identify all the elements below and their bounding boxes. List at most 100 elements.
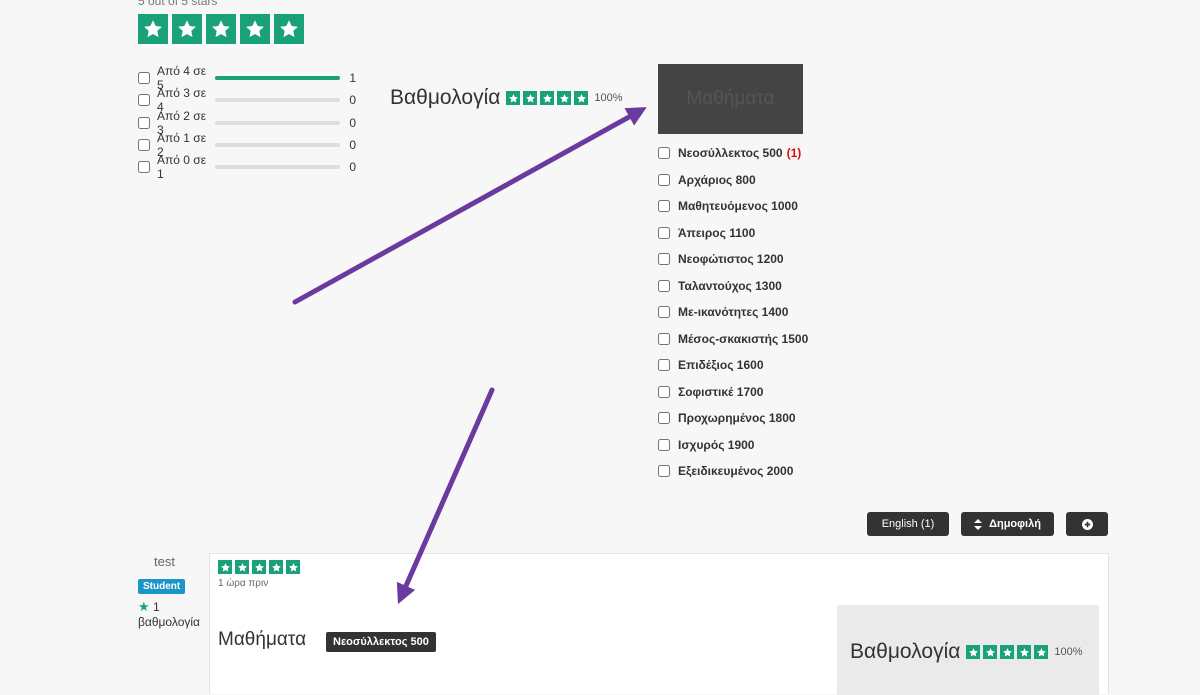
rating-caption: 5 out of 5 stars	[138, 0, 218, 8]
star-icon	[540, 91, 555, 105]
rating-bar-fill	[215, 76, 340, 81]
course-filter-item[interactable]: Αρχάριος 800	[658, 167, 808, 194]
course-checkbox[interactable]	[658, 226, 670, 239]
star-icon	[172, 14, 202, 44]
rating-filter-checkbox[interactable]	[138, 116, 150, 129]
course-filter-list: Νεοσύλλεκτος 500 (1) Αρχάριος 800 Μαθητευ…	[658, 140, 808, 485]
plus-circle-icon	[1081, 518, 1093, 530]
course-checkbox[interactable]	[658, 412, 670, 425]
star-icon	[1034, 645, 1049, 659]
star-icon	[206, 14, 236, 44]
course-checkbox[interactable]	[658, 385, 670, 398]
star-icon	[1000, 645, 1015, 659]
course-label: Νεοφώτιστος 1200	[678, 252, 784, 267]
rating-filter-label: Από 0 σε 1	[157, 153, 207, 182]
star-icon	[286, 560, 300, 574]
reviewer-name: test	[154, 554, 175, 569]
star-icon	[269, 560, 283, 574]
star-icon	[138, 14, 168, 44]
rating-bar	[215, 76, 340, 81]
star-icon	[240, 14, 270, 44]
course-filter-item[interactable]: Μέσος-σκακιστής 1500	[658, 326, 808, 353]
rating-filter-count: 0	[349, 115, 356, 130]
star-icon: ★	[138, 599, 150, 614]
rating-filter-checkbox[interactable]	[138, 139, 150, 152]
review-star-rating	[218, 560, 303, 574]
course-checkbox[interactable]	[658, 306, 670, 319]
course-label: Επιδέξιος 1600	[678, 358, 764, 373]
sort-button[interactable]: Δημοφιλή	[961, 512, 1054, 536]
course-label: Σοφιστικέ 1700	[678, 384, 764, 399]
course-label: Μέσος-σκακιστής 1500	[678, 331, 809, 346]
course-filter-item[interactable]: Μαθητευόμενος 1000	[658, 193, 808, 220]
courses-header: Μαθήματα	[658, 64, 803, 134]
course-label: Αρχάριος 800	[678, 172, 756, 187]
rating-filter-checkbox[interactable]	[138, 161, 150, 174]
reviewer-review-count: ★ 1 βαθμολογία	[138, 599, 200, 629]
add-review-button[interactable]	[1066, 512, 1108, 536]
star-icon	[983, 645, 998, 659]
course-filter-item[interactable]: Νεοφώτιστος 1200	[658, 246, 808, 273]
rating-bar	[215, 98, 340, 103]
mini-star-rating	[966, 645, 1051, 659]
course-label: Εξειδικευμένος 2000	[678, 464, 794, 479]
course-checkbox[interactable]	[658, 332, 670, 345]
course-checkbox[interactable]	[658, 200, 670, 213]
rating-filter-count: 0	[349, 160, 356, 175]
review-timestamp: 1 ώρα πριν	[218, 578, 269, 589]
star-icon	[252, 560, 266, 574]
rating-title: Βαθμολογία	[390, 86, 501, 109]
course-filter-item[interactable]: Ισχυρός 1900	[658, 432, 808, 459]
sort-icon	[974, 518, 983, 530]
rating-filter-checkbox[interactable]	[138, 72, 150, 85]
star-icon	[506, 91, 521, 105]
course-filter-item[interactable]: Εξειδικευμένος 2000	[658, 458, 808, 485]
course-filter-item[interactable]: Σοφιστικέ 1700	[658, 379, 808, 406]
review-count: 1	[153, 600, 160, 614]
rating-title: Βαθμολογία	[850, 640, 961, 663]
course-label: Ισχυρός 1900	[678, 437, 755, 452]
star-icon	[235, 560, 249, 574]
star-icon	[574, 91, 589, 105]
sort-label: Δημοφιλή	[989, 518, 1041, 530]
rating-bar	[215, 120, 340, 125]
course-label: Νεοσύλλεκτος 500	[678, 146, 783, 161]
language-filter-button[interactable]: English (1)	[867, 512, 949, 536]
review-count-label: βαθμολογία	[138, 615, 200, 629]
star-icon	[274, 14, 304, 44]
course-checkbox[interactable]	[658, 253, 670, 266]
course-checkbox[interactable]	[658, 465, 670, 478]
star-icon	[218, 560, 232, 574]
course-filter-item[interactable]: Προχωρημένος 1800	[658, 405, 808, 432]
course-label: Με-ικανότητες 1400	[678, 305, 789, 320]
course-checkbox[interactable]	[658, 438, 670, 451]
rating-bar	[215, 165, 340, 170]
course-filter-item[interactable]: Άπειρος 1100	[658, 220, 808, 247]
overall-rating: Βαθμολογία 100%	[390, 86, 623, 110]
review-course-title: Μαθήματα	[218, 629, 307, 650]
course-label: Προχωρημένος 1800	[678, 411, 796, 426]
rating-percent: 100%	[594, 92, 623, 104]
course-checkbox[interactable]	[658, 173, 670, 186]
course-filter-item[interactable]: Νεοσύλλεκτος 500 (1)	[658, 140, 808, 167]
star-icon	[557, 91, 572, 105]
course-checkbox[interactable]	[658, 147, 670, 160]
course-filter-item[interactable]: Με-ικανότητες 1400	[658, 299, 808, 326]
star-icon	[1017, 645, 1032, 659]
rating-bar	[215, 143, 340, 148]
course-filter-item[interactable]: Ταλαντούχος 1300	[658, 273, 808, 300]
course-count: (1)	[786, 146, 802, 161]
course-checkbox[interactable]	[658, 359, 670, 372]
rating-filter-checkbox[interactable]	[138, 94, 150, 107]
rating-filter-row[interactable]: Από 0 σε 1 0	[138, 153, 356, 182]
course-label: Άπειρος 1100	[678, 225, 756, 240]
rating-filter-count: 1	[349, 71, 356, 86]
rating-filter-count: 0	[349, 138, 356, 153]
course-checkbox[interactable]	[658, 279, 670, 292]
course-filter-item[interactable]: Επιδέξιος 1600	[658, 352, 808, 379]
star-icon	[523, 91, 538, 105]
status-badge: Student	[138, 579, 186, 594]
top-star-rating	[138, 14, 308, 44]
mini-star-rating	[506, 91, 591, 105]
review-rating: Βαθμολογία 100%	[850, 640, 1083, 664]
